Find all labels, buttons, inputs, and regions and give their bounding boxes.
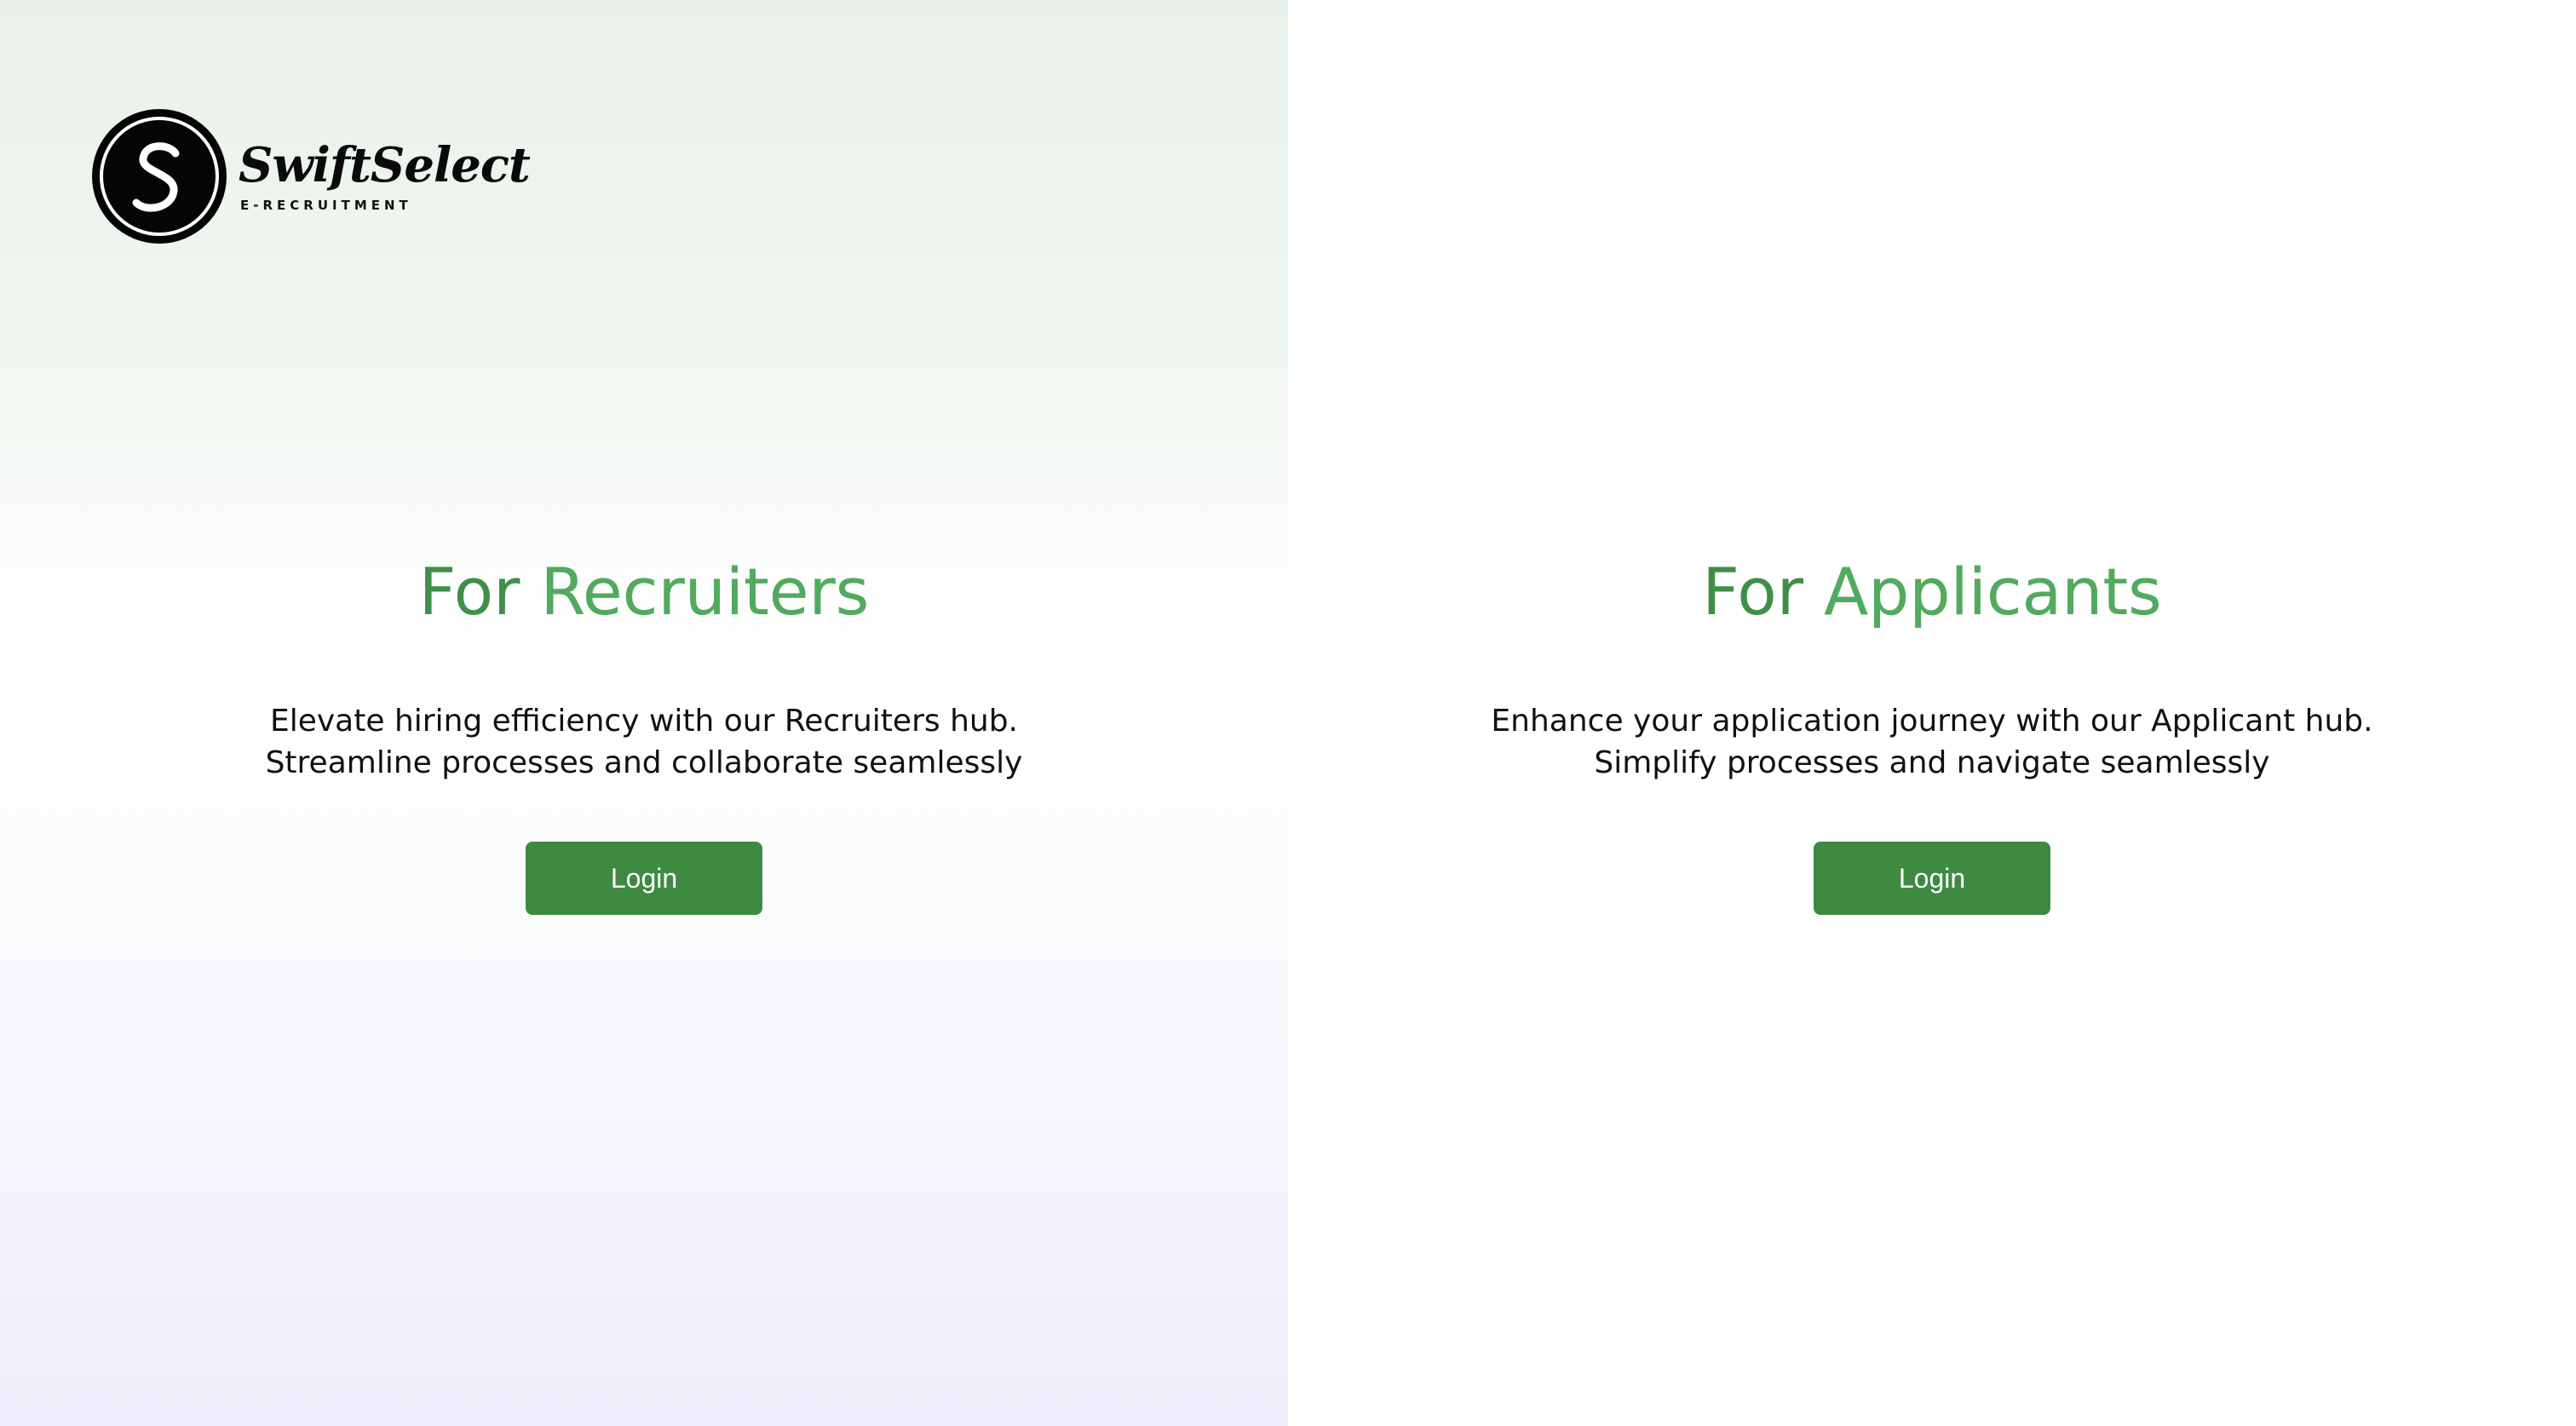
applicants-heading: For Applicants <box>1288 545 2576 639</box>
applicants-description-line1: Enhance your application journey with ou… <box>1491 704 2373 739</box>
logo-name: SwiftSelect <box>239 137 531 193</box>
logo-monogram-icon <box>132 142 180 212</box>
applicants-heading-prefix: For <box>1702 554 1803 630</box>
logo-badge-icon <box>92 109 227 244</box>
applicants-description-line2: Simplify processes and navigate seamless… <box>1594 745 2270 780</box>
landing-page: SwiftSelect E-RECRUITMENT For Recruiters… <box>0 0 2576 1426</box>
recruiters-heading-prefix: For <box>418 554 520 630</box>
recruiters-panel: SwiftSelect E-RECRUITMENT For Recruiters… <box>0 0 1288 1426</box>
recruiters-description-line2: Streamline processes and collaborate sea… <box>265 745 1023 780</box>
recruiters-description-line1: Elevate hiring efficiency with our Recru… <box>269 704 1018 739</box>
logo-text: SwiftSelect E-RECRUITMENT <box>239 137 531 213</box>
recruiters-login-button[interactable]: Login <box>526 842 762 915</box>
applicants-panel: For Applicants Enhance your application … <box>1288 0 2576 1426</box>
applicants-heading-role: Applicants <box>1824 554 2162 630</box>
recruiters-heading-role: Recruiters <box>540 554 870 630</box>
applicants-content: For Applicants Enhance your application … <box>1288 545 2576 915</box>
recruiters-content: For Recruiters Elevate hiring efficiency… <box>0 545 1288 915</box>
applicants-login-button[interactable]: Login <box>1814 842 2050 915</box>
recruiters-heading: For Recruiters <box>0 545 1288 639</box>
logo-subtitle: E-RECRUITMENT <box>240 198 412 213</box>
applicants-description: Enhance your application journey with ou… <box>1288 700 2576 784</box>
recruiters-description: Elevate hiring efficiency with our Recru… <box>0 700 1288 784</box>
brand-logo[interactable]: SwiftSelect E-RECRUITMENT <box>92 109 531 244</box>
